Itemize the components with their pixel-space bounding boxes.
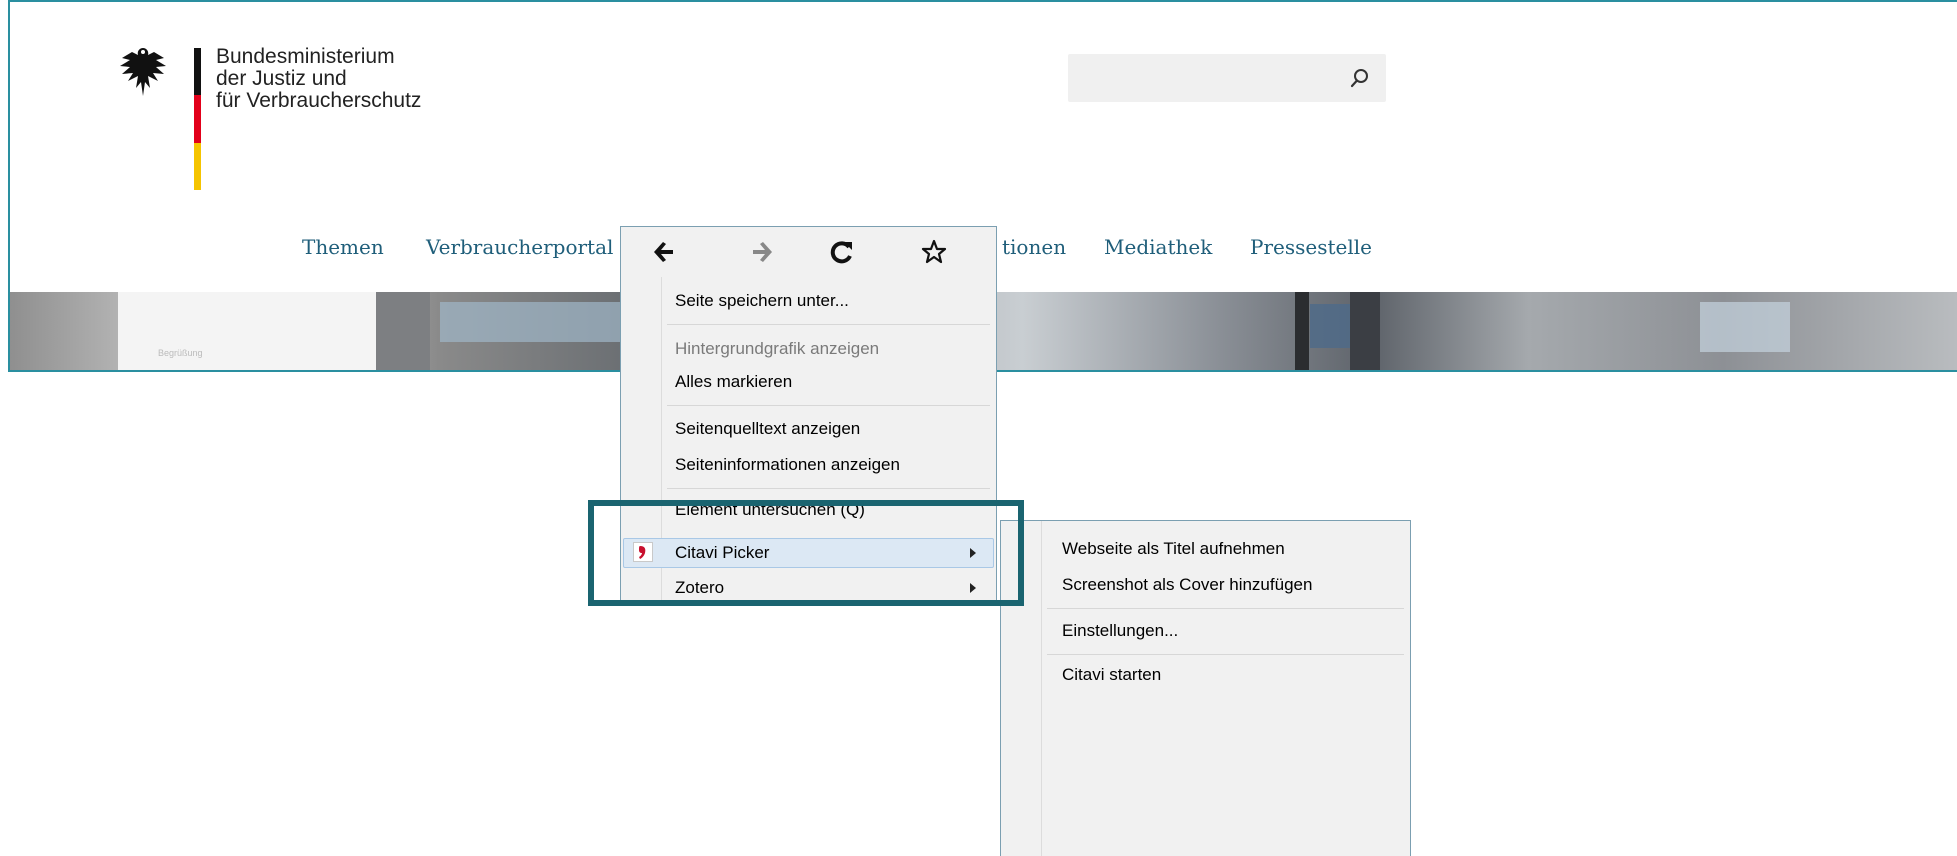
- nav-item-verbraucherportal[interactable]: Verbraucherportal: [426, 235, 613, 259]
- forward-arrow-icon: [753, 242, 772, 262]
- hero-caption: Begrüßung: [158, 348, 203, 358]
- submenu-item-start-citavi[interactable]: Citavi starten: [1062, 663, 1161, 687]
- menu-item-view-source[interactable]: Seitenquelltext anzeigen: [675, 417, 860, 441]
- search-input[interactable]: [1068, 54, 1386, 102]
- german-flag-bar: [194, 48, 201, 190]
- menu-item-page-info[interactable]: Seiteninformationen anzeigen: [675, 453, 900, 477]
- nav-item-pressestelle[interactable]: Pressestelle: [1250, 235, 1372, 259]
- menu-item-view-background[interactable]: Hintergrundgrafik anzeigen: [675, 337, 879, 361]
- citavi-submenu: Webseite als Titel aufnehmen Screenshot …: [1000, 520, 1411, 856]
- hero-card: Begrüßung: [118, 292, 376, 370]
- organization-name: Bundesministerium der Justiz und für Ver…: [216, 46, 421, 112]
- submenu-item-settings[interactable]: Einstellungen...: [1062, 619, 1178, 643]
- org-line-3: für Verbraucherschutz: [216, 89, 422, 112]
- search-icon[interactable]: [1350, 68, 1370, 88]
- menu-item-select-all[interactable]: Alles markieren: [675, 370, 792, 394]
- ministry-logo[interactable]: Bundesministerium der Justiz und für Ver…: [118, 40, 478, 190]
- menu-item-citavi-picker[interactable]: Citavi Picker: [675, 541, 769, 565]
- menu-item-inspect-element[interactable]: Element untersuchen (Q): [675, 498, 865, 522]
- citavi-icon: [633, 542, 653, 562]
- submenu-arrow-icon: [970, 548, 976, 558]
- submenu-item-add-webpage[interactable]: Webseite als Titel aufnehmen: [1062, 537, 1285, 561]
- reload-icon[interactable]: [829, 239, 855, 265]
- context-menu: Seite speichern unter... Hintergrundgraf…: [620, 226, 997, 606]
- menu-item-save-page[interactable]: Seite speichern unter...: [675, 289, 849, 313]
- federal-eagle-icon: [120, 48, 166, 96]
- submenu-arrow-icon: [970, 583, 976, 593]
- org-line-1: Bundesministerium: [216, 45, 395, 68]
- bookmark-star-icon[interactable]: [921, 239, 947, 265]
- org-line-2: der Justiz und: [216, 67, 347, 90]
- submenu-item-add-screenshot[interactable]: Screenshot als Cover hinzufügen: [1062, 573, 1312, 597]
- back-arrow-icon[interactable]: [651, 239, 677, 265]
- nav-item-publikationen[interactable]: tionen: [1002, 235, 1066, 259]
- nav-item-themen[interactable]: Themen: [302, 235, 384, 259]
- menu-item-zotero[interactable]: Zotero: [675, 576, 724, 600]
- menu-navigation-row: [621, 227, 996, 277]
- nav-item-mediathek[interactable]: Mediathek: [1104, 235, 1212, 259]
